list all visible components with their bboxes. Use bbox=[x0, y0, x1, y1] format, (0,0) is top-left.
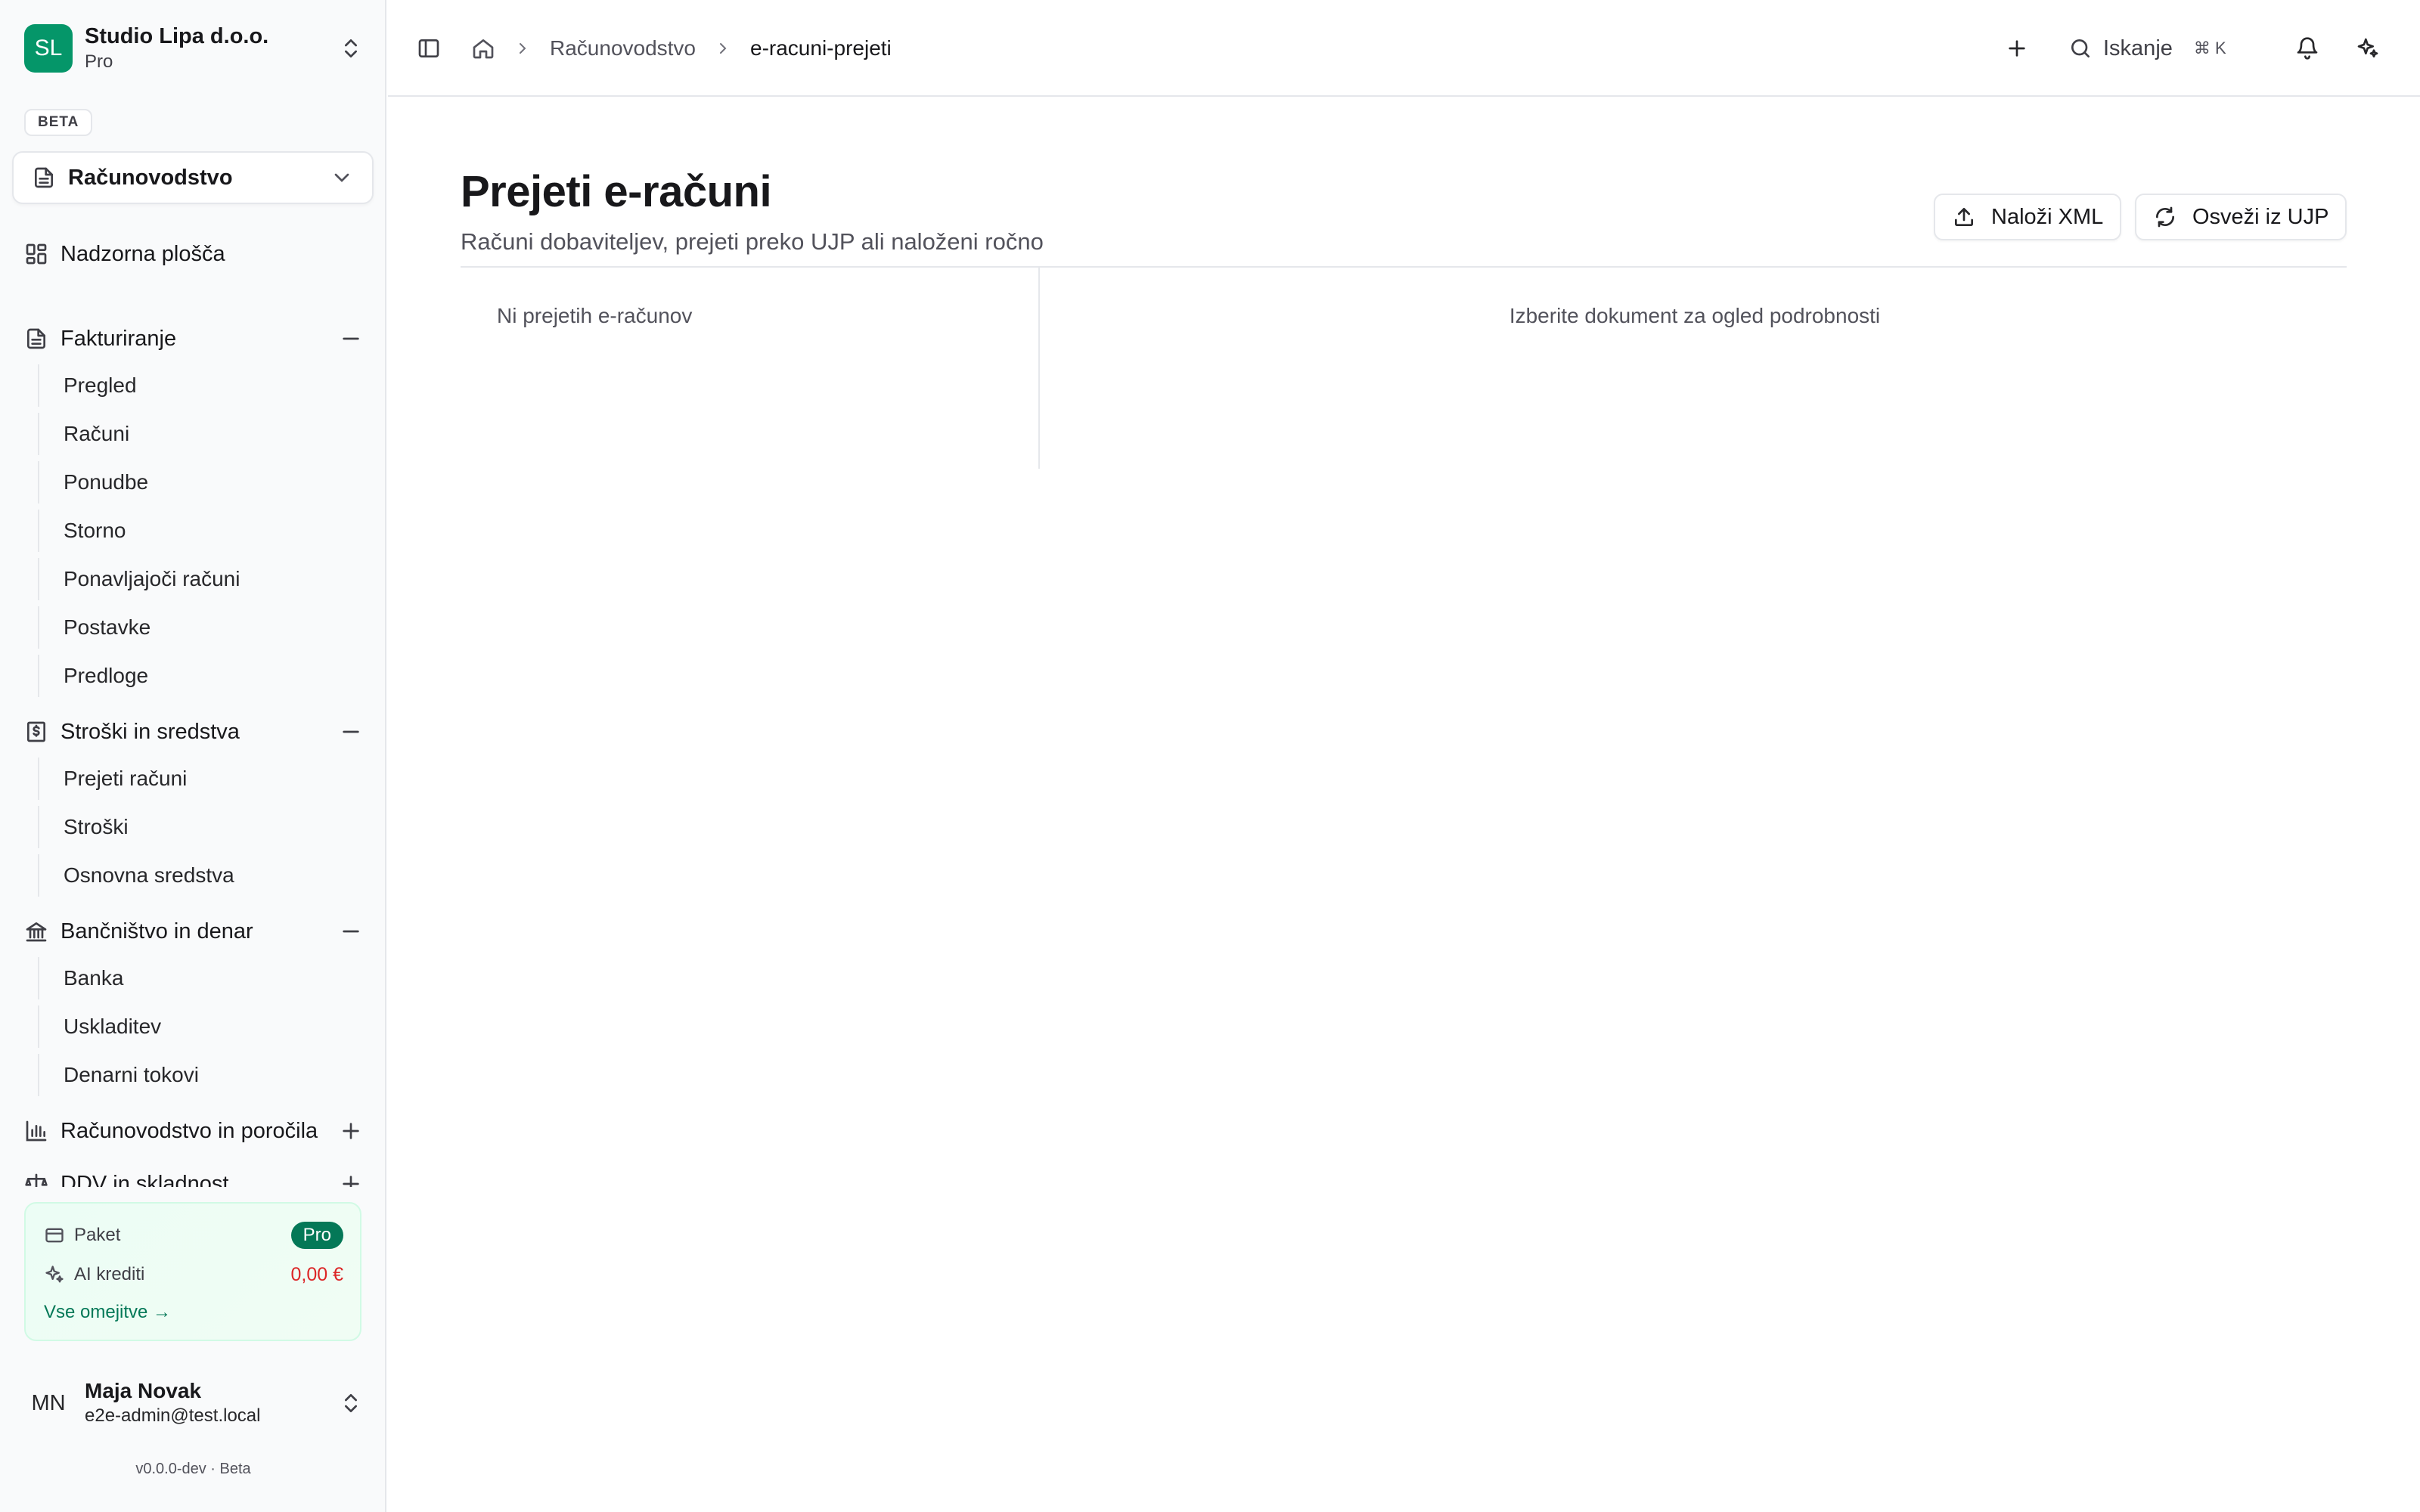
search-button[interactable]: Iskanje ⌘ K bbox=[2068, 29, 2226, 68]
upload-icon bbox=[1955, 208, 1973, 226]
sidebar-item-banka[interactable]: Banka bbox=[38, 957, 363, 999]
minus-icon bbox=[343, 337, 359, 340]
breadcrumb-current: e-racuni-prejeti bbox=[750, 36, 892, 60]
sidebar-group-racunovodstvo[interactable]: Računovodstvo in poročila bbox=[24, 1110, 363, 1152]
sidebar-item-storno[interactable]: Storno bbox=[38, 510, 363, 552]
home-icon[interactable] bbox=[471, 36, 495, 60]
scale-icon bbox=[25, 1173, 48, 1187]
breadcrumb: Računovodstvo e-racuni-prejeti bbox=[471, 30, 892, 67]
sidebar-item-racuni[interactable]: Računi bbox=[38, 413, 363, 455]
search-shortcut: ⌘ K bbox=[2193, 39, 2226, 57]
sidebar-group-label: Fakturiranje bbox=[60, 326, 177, 351]
plan-package-label: Paket bbox=[74, 1225, 121, 1245]
sidebar-item-osnovna-sredstva[interactable]: Osnovna sredstva bbox=[38, 854, 363, 897]
plan-ai-value: 0,00 € bbox=[290, 1263, 343, 1285]
sidebar-group-label: Bančništvo in denar bbox=[60, 919, 253, 943]
chevron-right-icon bbox=[720, 43, 727, 54]
credit-card-icon bbox=[45, 1228, 64, 1243]
breadcrumb-item[interactable]: Računovodstvo bbox=[550, 36, 696, 60]
sidebar-item-pregled[interactable]: Pregled bbox=[38, 364, 363, 407]
document-icon bbox=[35, 167, 53, 188]
sidebar-group-label: DDV in skladnost bbox=[60, 1171, 229, 1188]
sidebar-group-label: Računovodstvo in poročila bbox=[60, 1118, 318, 1143]
sidebar-nav: Nadzorna plošča Fakturiranje Pregled Rač… bbox=[0, 227, 386, 1187]
sidebar-item-prejeti-racuni[interactable]: Prejeti računi bbox=[38, 758, 363, 800]
section-select-label: Računovodstvo bbox=[68, 165, 233, 190]
search-label: Iskanje bbox=[2103, 36, 2173, 60]
toggle-sidebar-button[interactable] bbox=[411, 30, 447, 67]
minus-icon bbox=[343, 930, 359, 933]
minus-icon bbox=[343, 730, 359, 733]
plan-ai-row: AI krediti 0,00 € bbox=[44, 1259, 343, 1290]
bell-icon bbox=[2297, 37, 2318, 60]
beta-badge: BETA bbox=[24, 109, 93, 136]
sidebar-item-uskladitev[interactable]: Uskladitev bbox=[38, 1005, 363, 1048]
refresh-ujp-button[interactable]: Osveži iz UJP bbox=[2135, 194, 2347, 240]
plan-package-row: Paket Pro bbox=[44, 1220, 343, 1250]
empty-detail-message: Izberite dokument za ogled podrobnosti bbox=[1509, 304, 1881, 327]
main-content: Prejeti e-računi Računi dobaviteljev, pr… bbox=[388, 98, 2420, 1512]
chevron-up-down-icon bbox=[345, 1394, 357, 1412]
sidebar-group-stroski[interactable]: Stroški in sredstva bbox=[24, 711, 363, 753]
document-icon bbox=[27, 328, 45, 349]
sidebar-item-stroski[interactable]: Stroški bbox=[38, 806, 363, 848]
sidebar-item-dashboard[interactable]: Nadzorna plošča bbox=[24, 233, 363, 275]
receipt-icon bbox=[27, 721, 45, 742]
search-icon bbox=[2071, 39, 2090, 57]
user-menu[interactable]: MN Maja Novak e2e-admin@test.local bbox=[24, 1374, 363, 1432]
page-title: Prejeti e-računi bbox=[461, 167, 772, 216]
user-name: Maja Novak bbox=[85, 1379, 202, 1402]
sidebar-group-fakturiranje[interactable]: Fakturiranje bbox=[24, 318, 363, 360]
plan-limits-link[interactable]: Vse omejitve → bbox=[44, 1302, 171, 1323]
upload-xml-button[interactable]: Naloži XML bbox=[1934, 194, 2122, 240]
sidebar-group-label: Stroški in sredstva bbox=[60, 719, 240, 744]
empty-list-message: Ni prejetih e-računov bbox=[497, 304, 693, 327]
top-bar: Računovodstvo e-racuni-prejeti Iskanje ⌘… bbox=[388, 0, 2420, 97]
bar-chart-icon bbox=[26, 1120, 47, 1142]
sidebar-group-ddv[interactable]: DDV in skladnost bbox=[24, 1163, 363, 1187]
upload-xml-label: Naloži XML bbox=[1991, 204, 2104, 229]
page-subtitle: Računi dobaviteljev, prejeti preko UJP a… bbox=[461, 228, 1044, 255]
create-button[interactable] bbox=[1999, 30, 2035, 67]
sparkles-icon bbox=[45, 1266, 64, 1283]
plus-icon bbox=[343, 1176, 359, 1187]
plan-package-badge: Pro bbox=[290, 1222, 343, 1249]
ai-assistant-button[interactable] bbox=[2350, 30, 2386, 67]
user-email: e2e-admin@test.local bbox=[85, 1405, 261, 1426]
plan-card: Paket Pro AI krediti 0,00 € Vse omejitve… bbox=[24, 1202, 361, 1341]
plus-icon bbox=[343, 1123, 359, 1139]
refresh-ujp-label: Osveži iz UJP bbox=[2192, 204, 2329, 229]
chevron-right-icon bbox=[520, 43, 526, 54]
section-select[interactable]: Računovodstvo bbox=[12, 151, 374, 204]
chevron-up-down-icon bbox=[345, 39, 357, 57]
sidebar-toggle-icon bbox=[418, 39, 439, 57]
refresh-icon bbox=[2156, 206, 2174, 228]
sidebar-item-postavke[interactable]: Postavke bbox=[38, 606, 363, 649]
plan-ai-label: AI krediti bbox=[74, 1264, 145, 1284]
app-version: v0.0.0-dev · Beta bbox=[135, 1461, 251, 1477]
sidebar-group-bancnistvo[interactable]: Bančništvo in denar bbox=[24, 910, 363, 953]
sidebar-item-denarni-tokovi[interactable]: Denarni tokovi bbox=[38, 1054, 363, 1096]
sidebar-item-label: Nadzorna plošča bbox=[60, 241, 225, 266]
org-plan: Pro bbox=[85, 51, 113, 72]
chevron-down-icon bbox=[334, 173, 349, 182]
invoice-list-pane: Ni prejetih e-računov bbox=[461, 268, 1040, 469]
bank-icon bbox=[26, 922, 47, 942]
dashboard-icon bbox=[26, 243, 47, 265]
sidebar-item-ponavljajoci[interactable]: Ponavljajoči računi bbox=[38, 558, 363, 600]
sidebar-item-predloge[interactable]: Predloge bbox=[38, 655, 363, 697]
notifications-button[interactable] bbox=[2289, 30, 2325, 67]
sidebar: SL Studio Lipa d.o.o. Pro BETA Računovod… bbox=[0, 0, 386, 1512]
org-avatar: SL bbox=[24, 24, 73, 73]
sparkles-icon bbox=[2357, 38, 2378, 57]
plus-icon bbox=[2009, 40, 2025, 57]
org-name: Studio Lipa d.o.o. bbox=[85, 24, 269, 48]
org-switcher[interactable]: SL Studio Lipa d.o.o. Pro bbox=[24, 23, 363, 74]
avatar: MN bbox=[31, 1390, 66, 1415]
sidebar-item-ponudbe[interactable]: Ponudbe bbox=[38, 461, 363, 503]
